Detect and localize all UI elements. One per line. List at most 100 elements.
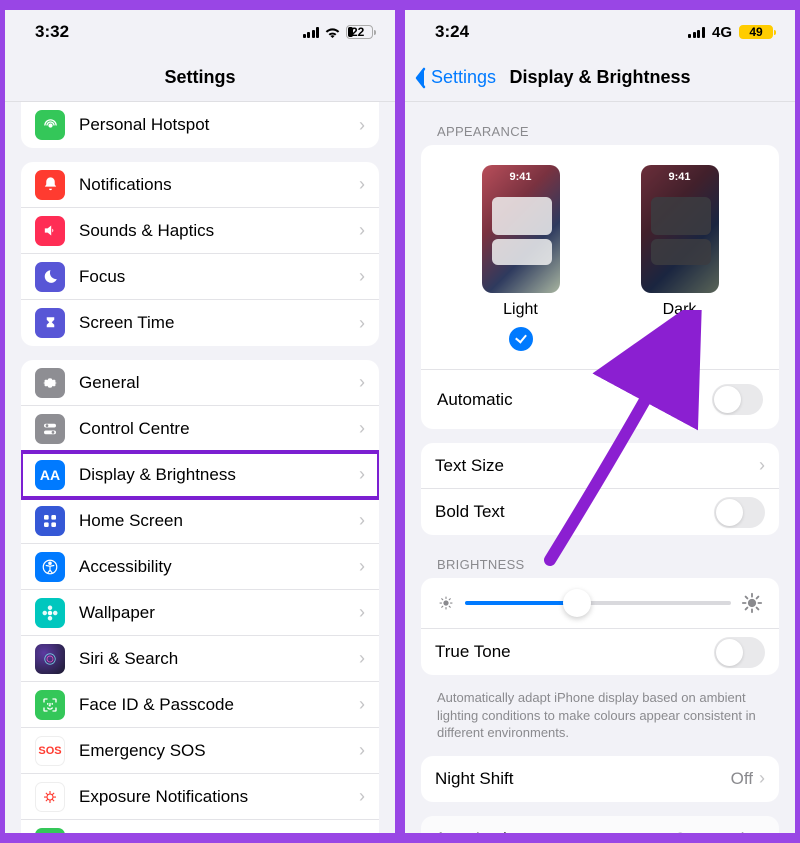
row-night-shift[interactable]: Night ShiftOff› [421,756,779,802]
row-battery[interactable]: Battery› [21,820,379,833]
section-appearance: APPEARANCE [437,124,763,139]
row-notifications[interactable]: Notifications› [21,162,379,208]
row-wallpaper[interactable]: Wallpaper› [21,590,379,636]
section-brightness: BRIGHTNESS [437,557,763,572]
chevron-right-icon: › [359,418,365,439]
back-button[interactable]: Settings [413,67,496,89]
chevron-right-icon: › [359,786,365,807]
chevron-right-icon: › [759,768,765,789]
chevron-right-icon: › [359,313,365,334]
slider-thumb[interactable] [563,589,591,617]
chevron-right-icon: › [359,648,365,669]
row-accessibility[interactable]: Accessibility› [21,544,379,590]
row-personal-hotspot[interactable]: Personal Hotspot › [21,102,379,148]
chevron-right-icon: › [359,372,365,393]
toggles-icon [35,414,65,444]
row-sounds[interactable]: Sounds & Haptics› [21,208,379,254]
phone-settings: 3:32 22 Settings Personal Hotspot › Noti… [5,10,395,833]
display-settings[interactable]: APPEARANCE 9:41 Light 9:41 Dark Automati… [405,102,795,833]
true-tone-footer: Automatically adapt iPhone display based… [437,689,763,742]
light-radio-checked[interactable] [509,327,533,351]
gear-icon [35,368,65,398]
chevron-right-icon: › [359,510,365,531]
face-id-icon [35,690,65,720]
accessibility-icon [35,552,65,582]
chevron-right-icon: › [359,220,365,241]
status-icons: 4G 49 [688,24,773,41]
sun-dim-icon [437,594,455,612]
row-control-centre[interactable]: Control Centre› [21,406,379,452]
dark-preview: 9:41 [641,165,719,293]
row-auto-lock[interactable]: Auto-Lock0 seconds› [421,816,779,833]
row-text-size[interactable]: Text Size› [421,443,779,489]
row-siri[interactable]: Siri & Search› [21,636,379,682]
group-brightness: True Tone [421,578,779,675]
chevron-right-icon: › [759,455,765,476]
appearance-dark-option[interactable]: 9:41 Dark [641,165,719,351]
network-label: 4G [712,24,732,41]
battery-icon-row [35,828,65,833]
chevron-right-icon: › [359,602,365,623]
group-night-shift: Night ShiftOff› [421,756,779,802]
row-true-tone[interactable]: True Tone [421,629,779,675]
speaker-icon [35,216,65,246]
status-time: 3:32 [35,22,69,42]
row-emergency-sos[interactable]: SOSEmergency SOS› [21,728,379,774]
brightness-slider[interactable] [465,601,731,605]
appearance-card: 9:41 Light 9:41 Dark Automatic [421,145,779,429]
chevron-left-icon [413,67,427,89]
flower-icon [35,598,65,628]
status-bar: 3:24 4G 49 [405,10,795,54]
row-display-brightness[interactable]: AADisplay & Brightness› [21,452,379,498]
status-bar: 3:32 22 [5,10,395,54]
settings-list[interactable]: Personal Hotspot › Notifications› Sounds… [5,102,395,833]
cell-signal-icon [303,26,320,38]
sun-bright-icon [741,592,763,614]
chevron-right-icon: › [359,464,365,485]
light-preview: 9:41 [482,165,560,293]
sos-icon: SOS [35,736,65,766]
group-text: Text Size› Bold Text [421,443,779,535]
chevron-right-icon: › [359,833,365,834]
row-face-id[interactable]: Face ID & Passcode› [21,682,379,728]
row-home-screen[interactable]: Home Screen› [21,498,379,544]
row-screen-time[interactable]: Screen Time› [21,300,379,346]
moon-icon [35,262,65,292]
row-general[interactable]: General› [21,360,379,406]
row-bold-text[interactable]: Bold Text [421,489,779,535]
row-exposure[interactable]: Exposure Notifications› [21,774,379,820]
toggle-off[interactable] [714,637,765,668]
chevron-right-icon: › [359,694,365,715]
chevron-right-icon: › [359,740,365,761]
battery-icon: 22 [346,25,373,39]
appearance-light-option[interactable]: 9:41 Light [482,165,560,351]
battery-icon: 49 [739,25,773,39]
bell-icon [35,170,65,200]
siri-icon [35,644,65,674]
chevron-right-icon: › [759,828,765,833]
wifi-icon [324,26,341,39]
page-title: Display & Brightness [509,67,690,88]
group-auto-lock: Auto-Lock0 seconds› [421,816,779,833]
dark-radio-unchecked[interactable] [668,327,692,351]
text-size-icon: AA [35,460,65,490]
nav-title: Settings [5,54,395,102]
status-icons: 22 [303,25,374,39]
hourglass-icon [35,308,65,338]
group-notifications: Notifications› Sounds & Haptics› Focus› … [21,162,379,346]
toggle-off[interactable] [712,384,763,415]
group-general: General› Control Centre› AADisplay & Bri… [21,360,379,833]
nav-header: Settings Display & Brightness [405,54,795,102]
phone-display-brightness: 3:24 4G 49 Settings Display & Brightness… [405,10,795,833]
brightness-slider-row[interactable] [421,578,779,629]
virus-icon [35,782,65,812]
row-focus[interactable]: Focus› [21,254,379,300]
cell-signal-icon [688,26,705,38]
chevron-right-icon: › [359,115,365,136]
automatic-toggle-row[interactable]: Automatic [421,369,779,429]
chevron-right-icon: › [359,174,365,195]
chevron-right-icon: › [359,556,365,577]
grid-icon [35,506,65,536]
toggle-off[interactable] [714,497,765,528]
status-time: 3:24 [435,22,469,42]
